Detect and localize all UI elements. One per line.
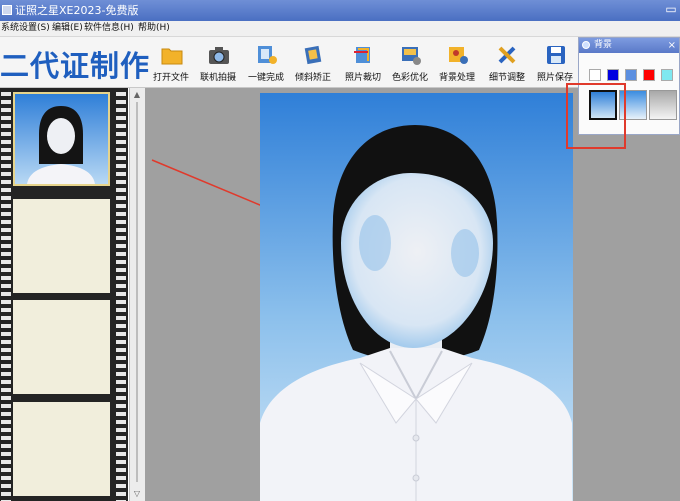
gradient-swatch-gray[interactable] <box>649 90 677 120</box>
open-file-label: 打开文件 <box>152 73 189 83</box>
color-swatch-blue[interactable] <box>607 69 619 81</box>
save-photo-label: 照片保存 <box>536 73 573 83</box>
film-strip <box>0 88 128 501</box>
detail-adjust-button[interactable]: 细节调整 <box>484 43 530 83</box>
background-panel-header: 背景 × <box>579 38 679 53</box>
folder-icon <box>161 48 183 65</box>
background-panel-title: 背景 <box>594 40 613 50</box>
app-icon <box>2 5 12 15</box>
detail-adjust-icon <box>498 46 516 64</box>
window-title: 证照之星XE2023-免费版 <box>15 4 139 17</box>
color-optimize-button[interactable]: 色彩优化 <box>387 43 433 83</box>
menu-bar: 系统设置(S) 编辑(E) 软件信息(H) 帮助(H) <box>0 21 680 37</box>
id-photo-image <box>260 93 573 501</box>
background-icon <box>449 47 468 64</box>
thumbnail-2[interactable] <box>13 199 110 293</box>
save-photo-button[interactable]: 照片保存 <box>532 43 578 83</box>
film-holes-left <box>1 88 11 501</box>
color-optimize-icon <box>402 47 421 65</box>
highlight-box-annotation <box>566 83 626 149</box>
menu-edit[interactable]: 编辑(E) <box>52 21 83 36</box>
scroll-track[interactable] <box>136 102 138 482</box>
menu-system-settings[interactable]: 系统设置(S) <box>1 21 50 36</box>
menu-help[interactable]: 帮助(H) <box>138 21 170 36</box>
camera-capture-label: 联机拍摄 <box>199 73 236 83</box>
crop-icon <box>354 47 370 63</box>
thumbnail-panel: ▲ ▽ <box>0 88 145 501</box>
tilt-correct-label: 倾斜矫正 <box>294 73 331 83</box>
scroll-up-icon[interactable]: ▲ <box>132 90 142 100</box>
color-swatch-white[interactable] <box>589 69 601 81</box>
vertical-scrollbar[interactable]: ▲ ▽ <box>129 88 145 501</box>
color-optimize-label: 色彩优化 <box>391 73 428 83</box>
one-click-label: 一键完成 <box>247 73 284 83</box>
menu-software-info[interactable]: 软件信息(H) <box>84 21 134 36</box>
color-swatch-red[interactable] <box>643 69 655 81</box>
title-bar: 证照之星XE2023-免费版 ▭ <box>0 0 680 21</box>
brand-title: 二代证制作 <box>0 49 151 83</box>
thumbnail-4[interactable] <box>13 402 110 496</box>
panel-icon <box>582 41 590 49</box>
one-click-icon <box>258 46 277 64</box>
thumbnail-1[interactable] <box>13 92 110 186</box>
thumbnail-photo <box>15 94 108 184</box>
background-process-label: 背景处理 <box>438 73 475 83</box>
film-holes-right <box>116 88 126 501</box>
main-photo[interactable] <box>260 93 573 501</box>
camera-capture-button[interactable]: 联机拍摄 <box>195 43 241 83</box>
close-icon[interactable]: × <box>668 38 676 53</box>
tilt-correct-button[interactable]: 倾斜矫正 <box>290 43 336 83</box>
open-file-button[interactable]: 打开文件 <box>148 43 194 83</box>
detail-adjust-label: 细节调整 <box>488 73 525 83</box>
color-swatch-cyan[interactable] <box>661 69 673 81</box>
minimize-button[interactable]: ▭ <box>664 0 678 21</box>
one-click-button[interactable]: 一键完成 <box>243 43 289 83</box>
scroll-down-icon[interactable]: ▽ <box>132 489 142 499</box>
camera-icon <box>209 47 229 64</box>
save-icon <box>547 46 565 64</box>
crop-button[interactable]: 照片裁切 <box>340 43 386 83</box>
thumbnail-3[interactable] <box>13 300 110 394</box>
crop-label: 照片裁切 <box>344 73 381 83</box>
background-process-button[interactable]: 背景处理 <box>434 43 480 83</box>
color-swatch-light-blue[interactable] <box>625 69 637 81</box>
tilt-correct-icon <box>304 45 322 65</box>
